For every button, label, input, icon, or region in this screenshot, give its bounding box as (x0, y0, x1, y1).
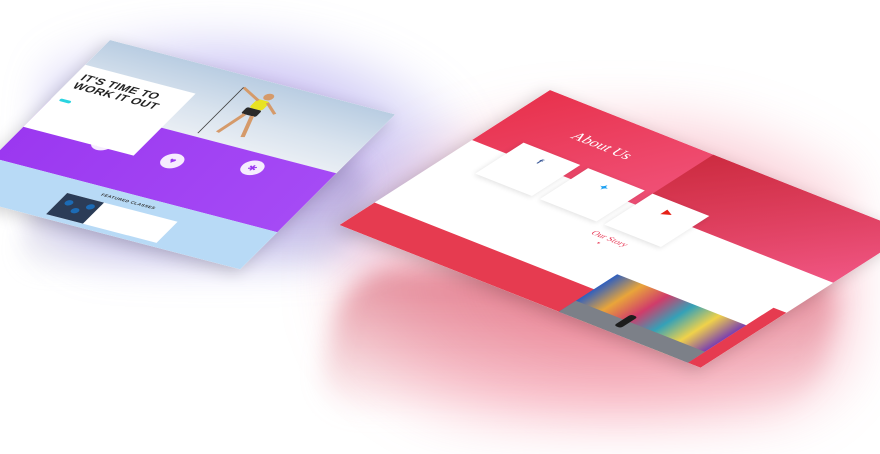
heart-icon: ♥ (594, 241, 602, 246)
athlete-image (197, 86, 277, 138)
heart-icon: ♥ (155, 151, 190, 171)
feature-item: ♥ (142, 149, 200, 176)
gear-icon: ✱ (235, 158, 270, 178)
feature-item: ✱ (223, 156, 281, 183)
hero-cta-button[interactable] (58, 98, 72, 104)
showcase-stage: ⚡ ♥ ✱ IT'S TIME TO WORK IT OUT FEATURED … (0, 0, 880, 454)
